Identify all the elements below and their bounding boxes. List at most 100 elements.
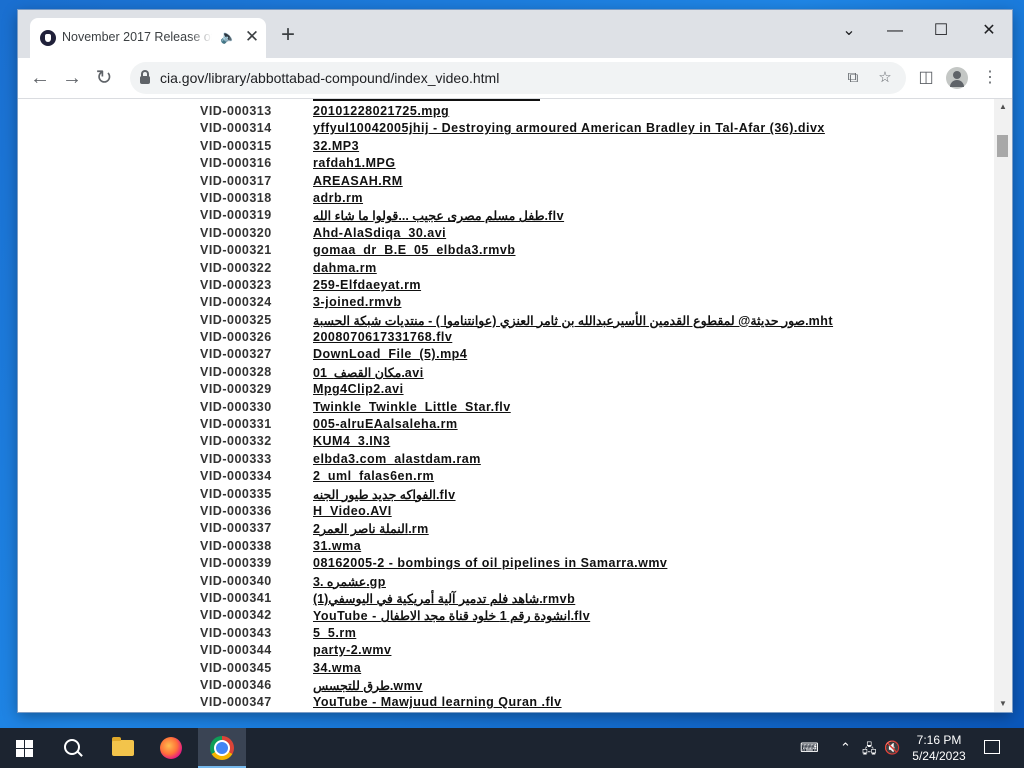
video-file-link[interactable]: yffyul10042005jhij - Destroying armoured… [313, 121, 825, 135]
maximize-icon[interactable]: ☐ [918, 16, 964, 46]
video-id: VID-000347 [200, 695, 272, 710]
list-item: VID-000327 DownLoad_File_(5).mp4 [18, 346, 994, 363]
reload-icon[interactable]: ↻ [90, 64, 118, 92]
video-file-link[interactable]: صور حديثة@ لمقطوع القدمين الأسيرعبدالله … [313, 313, 833, 328]
video-file-link[interactable]: 005-alruEAalsaleha.rm [313, 417, 458, 431]
video-file-link[interactable]: 32.MP3 [313, 139, 359, 153]
list-item: VID-000344 party-2.wmv [18, 642, 994, 659]
video-file-link[interactable]: 01_مكان القصف.avi [313, 365, 424, 380]
video-file-link[interactable]: الفواكه جديد طيور الجنه.flv [313, 487, 456, 502]
scroll-down-icon[interactable]: ▼ [994, 696, 1012, 712]
video-list: VID-000313 20101228021725.mpg VID-000314 yf… [18, 103, 994, 712]
list-item: VID-000315 32.MP3 [18, 138, 994, 155]
close-icon[interactable]: ✕ [242, 27, 262, 47]
video-file-link[interactable]: YouTube - انشودة رقم 1 خلود قناة مجد الا… [313, 608, 590, 623]
lock-icon[interactable] [140, 70, 150, 84]
scroll-up-icon[interactable]: ▲ [994, 99, 1012, 115]
video-id: VID-000346 [200, 677, 272, 692]
network-icon[interactable]: 🖧 [862, 740, 877, 762]
clock-date: 5/24/2023 [912, 749, 966, 763]
keyboard-icon[interactable]: ⌨ [800, 740, 819, 756]
star-icon[interactable]: ☆ [874, 67, 896, 89]
video-file-link[interactable]: 2النملة ناصر العمر.rm [313, 521, 429, 536]
video-id: VID-000317 [200, 173, 272, 188]
video-file-link[interactable]: DownLoad_File_(5).mp4 [313, 347, 467, 361]
profile-icon[interactable] [946, 67, 968, 89]
browser-window: November 2017 Release of Abbottabad 🔈 ✕ … [18, 10, 1012, 712]
chevron-up-icon[interactable]: ⌃ [840, 740, 851, 756]
share-icon[interactable]: ⧉ [842, 67, 864, 89]
windows-start-icon[interactable] [0, 728, 48, 768]
divider [313, 99, 540, 101]
list-item: VID-000321 gomaa_dr_B.E_05_elbda3.rmvb [18, 242, 994, 259]
taskbar: ⌨ ⌃ 🖧 🔇 7:16 PM 5/24/2023 [0, 728, 1024, 768]
video-file-link[interactable]: Twinkle_Twinkle_Little_Star.flv [313, 400, 511, 414]
video-file-link[interactable]: طرق للتجسس.wmv [313, 678, 423, 693]
video-file-link[interactable]: 2008070617331768.flv [313, 330, 452, 344]
url-text[interactable]: cia.gov/library/abbottabad-compound/inde… [160, 70, 499, 86]
video-id: VID-000322 [200, 260, 272, 275]
window-close-icon[interactable]: ✕ [966, 16, 1012, 46]
video-file-link[interactable]: dahma.rm [313, 261, 377, 275]
video-file-link[interactable]: طفل مسلم مصرى عجيب ...قولوا ما شاء الله.… [313, 208, 564, 223]
chevron-down-icon[interactable]: ⌄ [826, 16, 872, 46]
speaker-icon[interactable]: 🔈 [220, 29, 236, 45]
video-file-link[interactable]: 3. عشمره.gp [313, 574, 386, 589]
video-file-link[interactable]: 2_uml_falas6en.rm [313, 469, 434, 483]
kebab-menu-icon[interactable]: ⋮ [976, 64, 1004, 92]
video-id: VID-000313 [200, 104, 272, 118]
tab-active[interactable]: November 2017 Release of Abbottabad 🔈 ✕ [30, 18, 266, 58]
minimize-icon[interactable]: — [872, 16, 918, 46]
video-id: VID-000344 [200, 643, 272, 658]
list-item: VID-000335 الفواكه جديد طيور الجنه.flv [18, 486, 994, 503]
video-id: VID-000328 [200, 364, 272, 379]
list-item: VID-000338 31.wma [18, 538, 994, 555]
arrow-right-icon[interactable]: → [58, 64, 86, 92]
video-file-link[interactable]: party-2.wmv [313, 643, 391, 657]
scrollbar-thumb[interactable] [997, 135, 1008, 157]
scrollbar[interactable]: ▲ ▼ [994, 99, 1012, 712]
video-id: VID-000315 [200, 138, 272, 153]
video-file-link[interactable]: 08162005-2 - bombings of oil pipelines i… [313, 556, 667, 570]
video-file-link[interactable]: rafdah1.MPG [313, 156, 396, 170]
video-id: VID-000334 [200, 469, 272, 484]
video-file-link[interactable]: KUM4_3.IN3 [313, 434, 390, 448]
list-item: VID-000313 20101228021725.mpg [18, 103, 994, 120]
video-id: VID-000330 [200, 399, 272, 414]
system-clock[interactable]: 7:16 PM 5/24/2023 [900, 732, 978, 764]
video-file-link[interactable]: 20101228021725.mpg [313, 104, 449, 118]
file-explorer-icon[interactable] [112, 737, 134, 756]
notification-icon[interactable] [984, 740, 1000, 754]
list-item: VID-000336 H_Video.AVI [18, 503, 994, 520]
side-panel-icon[interactable]: ◫ [912, 64, 940, 92]
video-file-link[interactable]: 34.wma [313, 661, 361, 675]
address-bar[interactable]: cia.gov/library/abbottabad-compound/inde… [130, 62, 906, 94]
video-file-link[interactable]: Ahd-AlaSdiqa_30.avi [313, 226, 446, 240]
firefox-icon[interactable] [160, 737, 182, 759]
video-file-link[interactable]: Mpg4Clip2.avi [313, 382, 404, 396]
video-file-link[interactable]: adrb.rm [313, 191, 363, 205]
video-file-link[interactable]: 31.wma [313, 539, 361, 553]
list-item: VID-000343 5_5.rm [18, 625, 994, 642]
video-file-link[interactable]: YouTube - Mawjuud learning Quran .flv [313, 695, 562, 709]
list-item: VID-000314 yffyul10042005jhij - Destroyin… [18, 120, 994, 137]
video-id: VID-000343 [200, 625, 272, 640]
search-icon[interactable] [64, 739, 80, 755]
video-file-link[interactable]: elbda3.com_alastdam.ram [313, 452, 481, 466]
video-id: VID-000320 [200, 225, 272, 240]
chrome-icon[interactable] [210, 736, 234, 760]
list-item: VID-000329 Mpg4Clip2.avi [18, 381, 994, 398]
video-file-link[interactable]: (1)شاهد فلم تدمير آلية أمريكية في اليوسف… [313, 591, 575, 606]
video-id: VID-000318 [200, 190, 272, 205]
video-file-link[interactable]: 5_5.rm [313, 626, 356, 640]
speaker-muted-icon[interactable]: 🔇 [884, 740, 900, 756]
video-file-link[interactable]: 259-Elfdaeyat.rm [313, 278, 421, 292]
video-file-link[interactable]: H_Video.AVI [313, 504, 392, 518]
plus-icon[interactable]: + [276, 23, 300, 48]
video-file-link[interactable]: AREASAH.RM [313, 174, 403, 188]
video-id: VID-000323 [200, 277, 272, 292]
video-id: VID-000345 [200, 660, 272, 675]
video-file-link[interactable]: gomaa_dr_B.E_05_elbda3.rmvb [313, 243, 515, 257]
arrow-left-icon[interactable]: ← [26, 64, 54, 92]
video-file-link[interactable]: 3-joined.rmvb [313, 295, 401, 309]
